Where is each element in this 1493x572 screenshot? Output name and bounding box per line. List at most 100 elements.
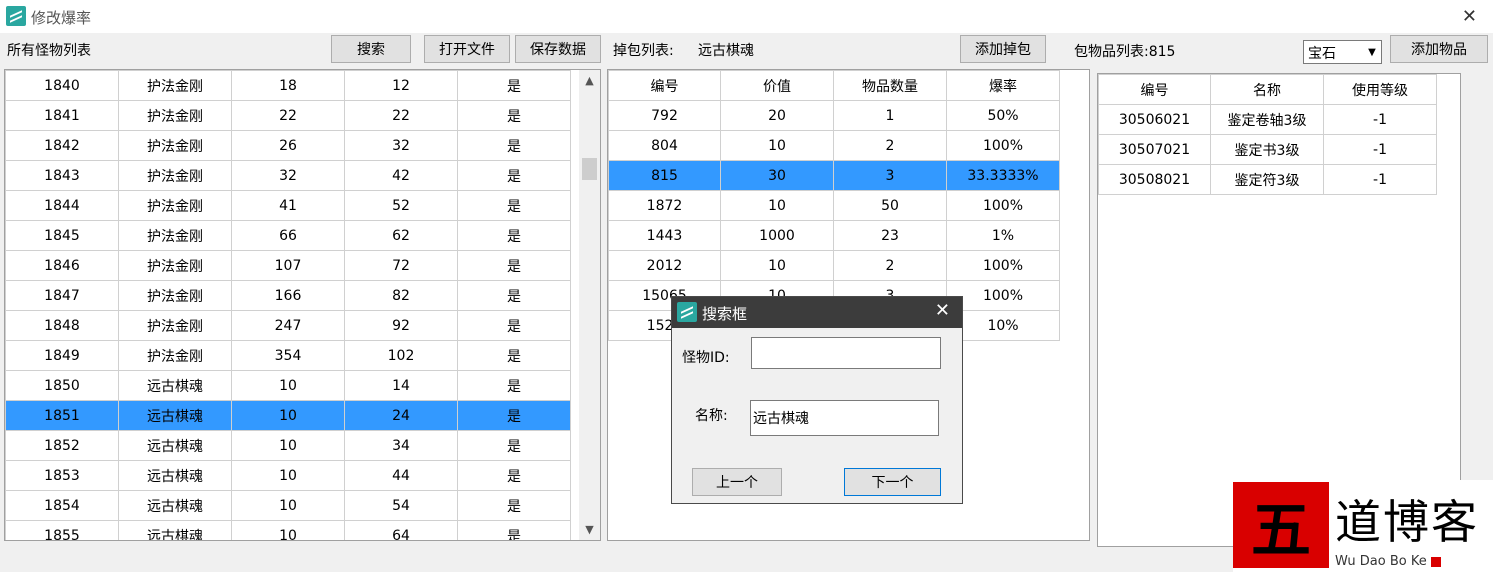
table-cell: 3 — [833, 160, 947, 191]
column-header[interactable]: 编号 — [1098, 74, 1211, 105]
column-header[interactable]: 物品数量 — [833, 70, 947, 101]
table-row[interactable]: 1841 护法金刚 22 22 是 — [5, 100, 571, 131]
table-row[interactable]: 804 10 2 100% — [608, 130, 1060, 161]
close-icon[interactable]: ✕ — [1462, 6, 1477, 27]
table-cell: 792 — [608, 100, 721, 131]
table-cell: 是 — [457, 280, 571, 311]
scroll-down-icon[interactable]: ▼ — [579, 519, 600, 540]
table-row[interactable]: 1852 远古棋魂 10 34 是 — [5, 430, 571, 461]
save-data-button[interactable]: 保存数据 — [515, 35, 601, 63]
scroll-thumb[interactable] — [582, 158, 597, 180]
next-button[interactable]: 下一个 — [844, 468, 941, 496]
table-row[interactable]: 1842 护法金刚 26 32 是 — [5, 130, 571, 161]
table-cell: 护法金刚 — [118, 220, 232, 251]
table-cell: 是 — [457, 370, 571, 401]
table-cell: 是 — [457, 130, 571, 161]
table-cell: 是 — [457, 100, 571, 131]
table-row[interactable]: 1843 护法金刚 32 42 是 — [5, 160, 571, 191]
table-cell: 10 — [231, 430, 345, 461]
table-cell: 92 — [344, 310, 458, 341]
table-row[interactable]: 1848 护法金刚 247 92 是 — [5, 310, 571, 341]
table-cell: 1 — [833, 100, 947, 131]
table-cell: 1851 — [5, 400, 119, 431]
table-row[interactable]: 1847 护法金刚 166 82 是 — [5, 280, 571, 311]
monster-table: 1840 护法金刚 18 12 是 1841 护法金刚 22 22 是 1842 护法金刚 26 32 是 1… — [5, 70, 571, 540]
add-drop-button[interactable]: 添加掉包 — [960, 35, 1046, 63]
table-cell: 1847 — [5, 280, 119, 311]
table-row[interactable]: 1850 远古棋魂 10 14 是 — [5, 370, 571, 401]
add-item-button[interactable]: 添加物品 — [1390, 35, 1488, 63]
table-row[interactable]: 30507021 鉴定书3级 -1 — [1098, 134, 1437, 165]
table-cell: 鉴定书3级 — [1210, 134, 1324, 165]
table-row[interactable]: 1845 护法金刚 66 62 是 — [5, 220, 571, 251]
table-row[interactable]: 1851 远古棋魂 10 24 是 — [5, 400, 571, 431]
table-row[interactable]: 2012 10 2 100% — [608, 250, 1060, 281]
open-file-button[interactable]: 打开文件 — [424, 35, 510, 63]
window-title: 修改爆率 — [31, 9, 92, 27]
column-header[interactable]: 编号 — [608, 70, 721, 101]
table-cell: 1852 — [5, 430, 119, 461]
close-icon[interactable]: ✕ — [935, 300, 950, 321]
table-cell: 护法金刚 — [118, 250, 232, 281]
table-cell: 44 — [344, 460, 458, 491]
table-cell: 32 — [344, 130, 458, 161]
prev-button[interactable]: 上一个 — [692, 468, 782, 496]
item-table: 编号 名称 使用等级 30506021 鉴定卷轴3级 -1 30507021 鉴定书3级 -1… — [1098, 74, 1437, 195]
table-row[interactable]: 1849 护法金刚 354 102 是 — [5, 340, 571, 371]
table-row[interactable]: 1844 护法金刚 41 52 是 — [5, 190, 571, 221]
table-row[interactable]: 1840 护法金刚 18 12 是 — [5, 70, 571, 101]
name-input[interactable]: 远古棋魂 — [750, 400, 939, 436]
table-cell: 1854 — [5, 490, 119, 521]
category-select[interactable]: 宝石 ▼ — [1303, 40, 1382, 64]
table-cell: 52 — [344, 190, 458, 221]
monster-id-input[interactable] — [751, 337, 941, 369]
table-cell: 护法金刚 — [118, 310, 232, 341]
table-row[interactable]: 30506021 鉴定卷轴3级 -1 — [1098, 104, 1437, 135]
table-row[interactable]: 1846 护法金刚 107 72 是 — [5, 250, 571, 281]
table-cell: 32 — [231, 160, 345, 191]
table-cell: 10 — [231, 370, 345, 401]
scroll-up-icon[interactable]: ▲ — [579, 70, 600, 91]
item-list-label: 包物品列表:815 — [1074, 44, 1176, 60]
table-cell: 1443 — [608, 220, 721, 251]
column-header[interactable]: 爆率 — [946, 70, 1060, 101]
table-cell: 远古棋魂 — [118, 370, 232, 401]
table-row[interactable]: 1872 10 50 100% — [608, 190, 1060, 221]
column-header[interactable]: 价值 — [720, 70, 834, 101]
table-cell: 1841 — [5, 100, 119, 131]
column-header[interactable]: 使用等级 — [1323, 74, 1437, 105]
table-cell: 354 — [231, 340, 345, 371]
table-cell: 14 — [344, 370, 458, 401]
table-cell: 是 — [457, 340, 571, 371]
table-row[interactable]: 1854 远古棋魂 10 54 是 — [5, 490, 571, 521]
table-cell: 1850 — [5, 370, 119, 401]
search-button[interactable]: 搜索 — [331, 35, 411, 63]
table-cell: 20 — [720, 100, 834, 131]
item-grid: 编号 名称 使用等级 30506021 鉴定卷轴3级 -1 30507021 鉴定书3级 -1… — [1097, 73, 1461, 547]
table-cell: 66 — [231, 220, 345, 251]
table-row[interactable]: 1443 1000 23 1% — [608, 220, 1060, 251]
table-row[interactable]: 1855 远古棋魂 10 64 是 — [5, 520, 571, 540]
table-cell: 1872 — [608, 190, 721, 221]
monster-id-label: 怪物ID: — [682, 350, 730, 366]
table-cell: 2 — [833, 130, 947, 161]
table-row[interactable]: 30508021 鉴定符3级 -1 — [1098, 164, 1437, 195]
chevron-down-icon[interactable]: ▼ — [1363, 41, 1381, 63]
table-row[interactable]: 815 30 3 33.3333% — [608, 160, 1060, 191]
table-cell: 64 — [344, 520, 458, 540]
table-cell: 23 — [833, 220, 947, 251]
app-icon — [677, 302, 697, 322]
column-header[interactable]: 名称 — [1210, 74, 1324, 105]
table-cell: 是 — [457, 250, 571, 281]
table-cell: 50% — [946, 100, 1060, 131]
table-cell: 是 — [457, 190, 571, 221]
table-cell: 30507021 — [1098, 134, 1211, 165]
table-cell: 护法金刚 — [118, 130, 232, 161]
table-cell: 远古棋魂 — [118, 490, 232, 521]
table-cell: 是 — [457, 400, 571, 431]
table-cell: 是 — [457, 490, 571, 521]
table-row[interactable]: 1853 远古棋魂 10 44 是 — [5, 460, 571, 491]
table-row[interactable]: 792 20 1 50% — [608, 100, 1060, 131]
monster-grid-scrollbar[interactable]: ▲ ▼ — [579, 70, 600, 540]
table-cell: 34 — [344, 430, 458, 461]
